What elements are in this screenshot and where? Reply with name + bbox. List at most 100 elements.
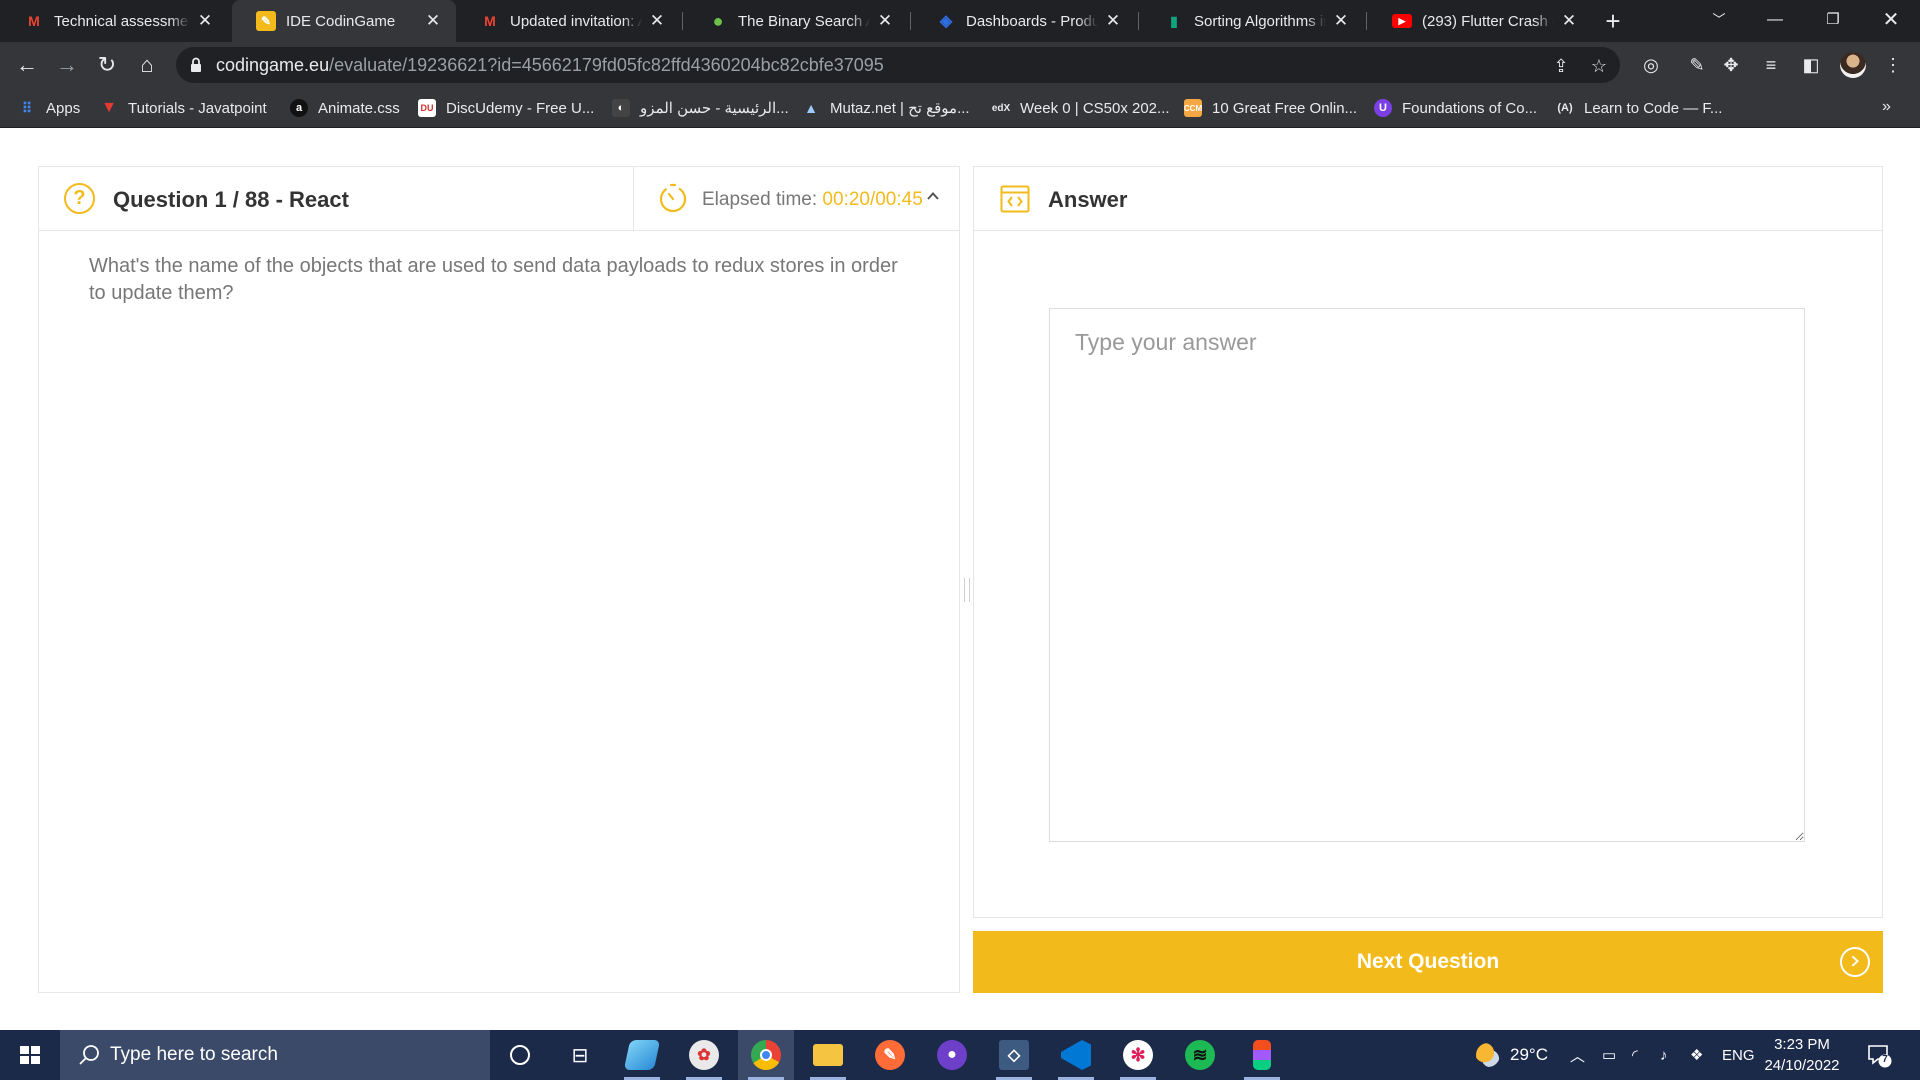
reading-list-icon[interactable]: ≡ xyxy=(1760,54,1782,76)
taskbar-app-slack[interactable]: ✻ xyxy=(1110,1030,1166,1080)
bookmark-cs50x[interactable]: edX Week 0 | CS50x 202... xyxy=(992,88,1170,128)
shield-u-icon: U xyxy=(1374,99,1392,117)
windows-taskbar: Type here to search ⊟ ✿ ✎ ● ◇ ✻ ≋ 29°C ︿ xyxy=(0,1030,1920,1080)
panel-resize-handle[interactable] xyxy=(964,578,970,602)
bookmark-javatpoint[interactable]: ▼ Tutorials - Javatpoint xyxy=(100,88,267,128)
bookmarks-overflow-button[interactable]: » xyxy=(1882,98,1891,116)
taskbar-app-notes[interactable] xyxy=(614,1030,670,1080)
tab-sorting-algorithms[interactable]: ▮ Sorting Algorithms in ✕ xyxy=(1140,0,1364,42)
bookmark-hassan-elmazoz[interactable]: ◐ الرئيسية - حسن المزو... xyxy=(612,88,789,128)
bookmark-foundations[interactable]: U Foundations of Co... xyxy=(1374,88,1537,128)
close-window-button[interactable]: ✕ xyxy=(1866,0,1916,42)
chrome-icon xyxy=(751,1040,781,1070)
answer-input[interactable] xyxy=(1049,308,1805,842)
bookmark-label: Tutorials - Javatpoint xyxy=(128,99,267,117)
url-path: /evaluate/19236621?id=45662179fd05fc82ff… xyxy=(329,55,884,75)
back-button[interactable]: ← xyxy=(12,50,42,80)
elapsed-timer[interactable]: Elapsed time: 00:20/00:45 xyxy=(633,167,959,230)
close-icon[interactable]: ✕ xyxy=(1560,11,1578,31)
url-text: codingame.eu/evaluate/19236621?id=456621… xyxy=(216,55,884,76)
tab-title: The Binary Search Alg xyxy=(738,12,870,30)
tab-search-chevron-icon[interactable]: ﹀ xyxy=(1694,0,1744,42)
ccm-icon: CCM xyxy=(1184,99,1202,117)
share-icon[interactable]: ⇪ xyxy=(1550,55,1572,77)
bookmark-animate-css[interactable]: a Animate.css xyxy=(290,88,400,128)
taskbar-app-github[interactable]: ● xyxy=(924,1030,980,1080)
bookmark-learn-to-code[interactable]: (A) Learn to Code — F... xyxy=(1556,88,1722,128)
bookmark-mutaz[interactable]: ▲ Mutaz.net | موقع تح... xyxy=(802,88,970,128)
close-icon[interactable]: ✕ xyxy=(876,11,894,31)
bookmark-free-online[interactable]: CCM 10 Great Free Onlin... xyxy=(1184,88,1357,128)
taskbar-app-file-explorer[interactable] xyxy=(800,1030,856,1080)
close-icon[interactable]: ✕ xyxy=(648,11,666,31)
tab-separator xyxy=(1138,12,1139,30)
star-icon[interactable]: ☆ xyxy=(1588,55,1610,77)
extension-circle-icon[interactable]: ◎ xyxy=(1640,54,1662,76)
freecodecamp-icon: (A) xyxy=(1557,102,1573,114)
taskbar-app-spotify[interactable]: ≋ xyxy=(1172,1030,1228,1080)
volume-icon[interactable]: ♪ xyxy=(1660,1030,1668,1080)
task-view-button[interactable]: ⊟ xyxy=(552,1030,608,1080)
notes-app-icon xyxy=(623,1040,661,1070)
taskbar-app-postman[interactable]: ✎ xyxy=(862,1030,918,1080)
wifi-icon[interactable]: ◜ xyxy=(1632,1030,1638,1080)
language-indicator[interactable]: ENG xyxy=(1722,1030,1755,1080)
bookmark-apps[interactable]: ⠿ Apps xyxy=(18,88,80,128)
codingame-icon: ✎ xyxy=(256,11,276,31)
task-view-icon: ⊟ xyxy=(571,1044,589,1067)
tab-dashboards[interactable]: ◈ Dashboards - Product ✕ xyxy=(912,0,1136,42)
forward-button[interactable]: → xyxy=(52,50,82,80)
tab-binary-search[interactable]: ● The Binary Search Alg ✕ xyxy=(684,0,908,42)
tray-overflow-chevron-icon[interactable]: ︿ xyxy=(1570,1030,1585,1080)
youtube-icon: ▶ xyxy=(1392,14,1412,28)
menu-kebab-icon[interactable]: ⋮ xyxy=(1882,54,1904,76)
tab-technical-assessment[interactable]: M Technical assessment ✕ xyxy=(0,0,228,42)
tab-title: IDE CodinGame xyxy=(286,12,396,30)
android-studio-icon: ◇ xyxy=(999,1040,1029,1070)
battery-icon[interactable]: ▭ xyxy=(1602,1030,1616,1080)
pen-extension-icon[interactable]: ✎ xyxy=(1686,54,1708,76)
windows-start-icon[interactable] xyxy=(0,1030,60,1080)
taskbar-app-vscode[interactable] xyxy=(1048,1030,1104,1080)
stopwatch-icon xyxy=(659,183,687,213)
clock-date: 24/10/2022 xyxy=(1764,1057,1840,1074)
bookmark-discudemy[interactable]: DU DiscUdemy - Free U... xyxy=(418,88,594,128)
address-bar[interactable]: codingame.eu/evaluate/19236621?id=456621… xyxy=(176,47,1620,83)
bookmark-icon: ▮ xyxy=(1170,12,1178,29)
taskbar-app-paint[interactable]: ✿ xyxy=(676,1030,732,1080)
weather-widget[interactable]: 29°C xyxy=(1476,1030,1548,1080)
taskbar-app-figma[interactable] xyxy=(1234,1030,1290,1080)
tab-ide-codingame[interactable]: ✎ IDE CodinGame ✕ xyxy=(232,0,456,42)
taskbar-search-box[interactable]: Type here to search xyxy=(60,1030,490,1080)
notification-center-button[interactable]: 7 xyxy=(1866,1042,1892,1068)
next-question-button[interactable]: Next Question xyxy=(973,931,1883,993)
new-tab-button[interactable]: + xyxy=(1598,6,1628,36)
close-icon[interactable]: ✕ xyxy=(196,11,214,31)
tab-updated-invitation[interactable]: M Updated invitation: A ✕ xyxy=(456,0,680,42)
taskbar-app-android-studio[interactable]: ◇ xyxy=(986,1030,1042,1080)
question-mark-icon: ? xyxy=(64,183,95,214)
reload-button[interactable]: ↻ xyxy=(92,50,122,80)
cortana-button[interactable] xyxy=(492,1030,548,1080)
vscode-icon xyxy=(1061,1040,1091,1070)
puzzle-icon[interactable]: ✥ xyxy=(1720,54,1742,76)
close-icon[interactable]: ✕ xyxy=(424,11,442,31)
side-panel-icon[interactable]: ◧ xyxy=(1800,54,1822,76)
taskbar-clock[interactable]: 3:23 PM 24/10/2022 xyxy=(1756,1034,1848,1076)
answer-panel: Answer xyxy=(973,166,1883,918)
home-button[interactable]: ⌂ xyxy=(132,50,162,80)
tab-flutter-crash-course[interactable]: ▶ (293) Flutter Crash Co ✕ xyxy=(1368,0,1592,42)
minimize-button[interactable]: — xyxy=(1750,0,1800,42)
paint-palette-icon: ✿ xyxy=(689,1040,719,1070)
lock-icon[interactable] xyxy=(190,57,202,73)
tab-title: Dashboards - Product xyxy=(966,12,1098,30)
folder-icon xyxy=(813,1044,843,1066)
taskbar-app-chrome[interactable] xyxy=(738,1030,794,1080)
close-icon[interactable]: ✕ xyxy=(1332,11,1350,31)
bookmark-label: DiscUdemy - Free U... xyxy=(446,99,595,117)
restore-button[interactable]: ❐ xyxy=(1808,0,1858,42)
avatar[interactable] xyxy=(1840,52,1866,78)
close-icon[interactable]: ✕ xyxy=(1104,11,1122,31)
chevron-up-icon[interactable] xyxy=(926,189,940,203)
dropbox-icon[interactable]: ❖ xyxy=(1690,1030,1703,1080)
